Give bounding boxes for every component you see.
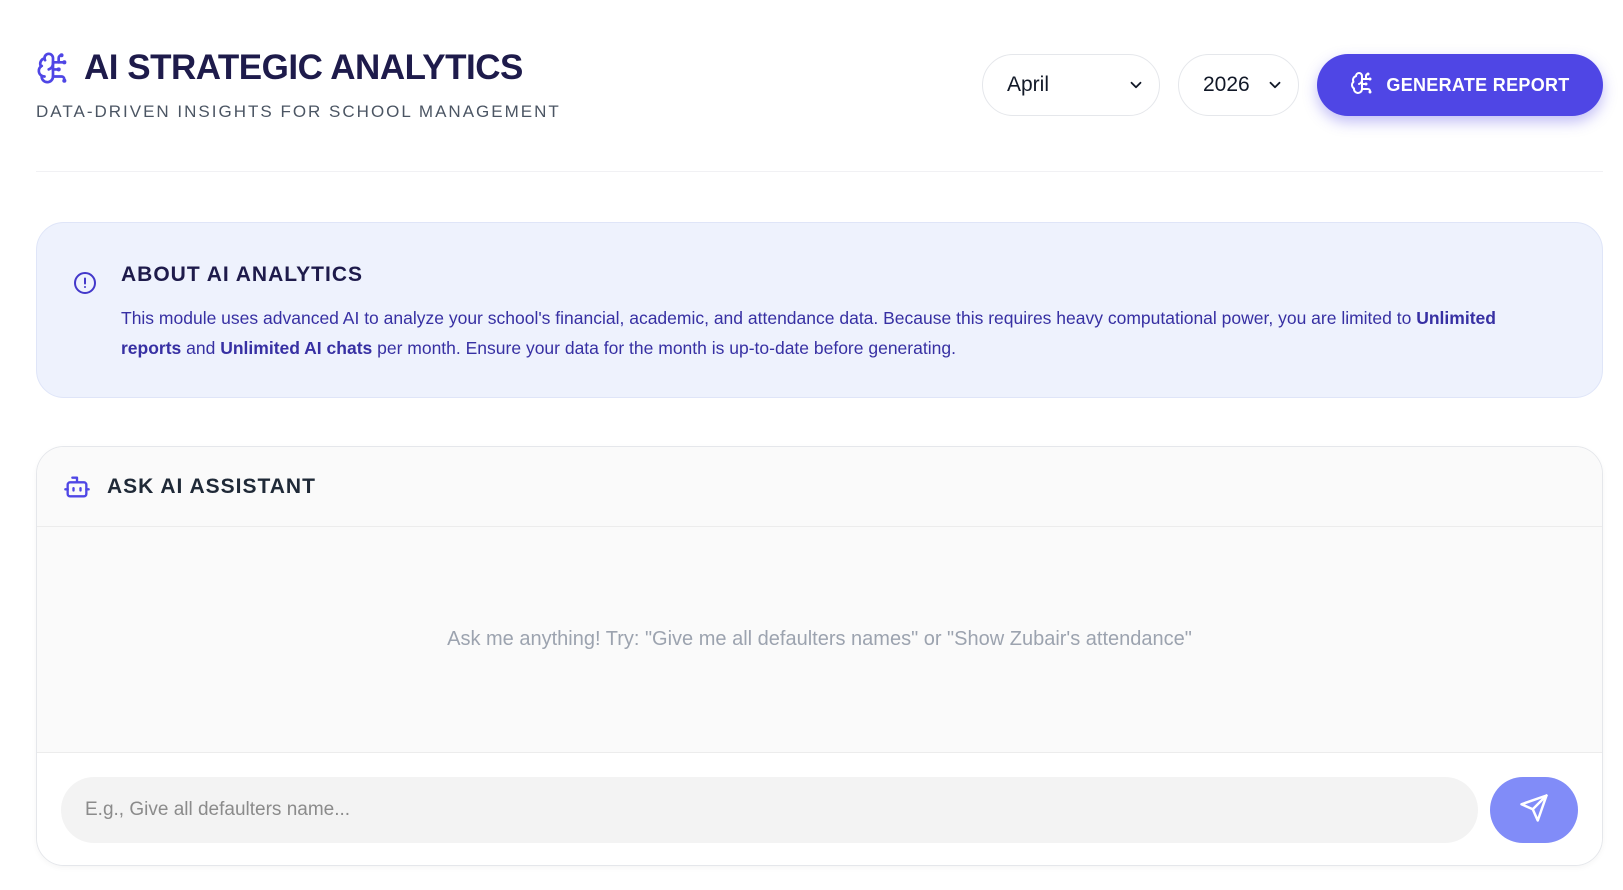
generate-report-label: GENERATE REPORT (1386, 74, 1570, 95)
ai-assistant-panel: ASK AI ASSISTANT Ask me anything! Try: "… (36, 446, 1603, 866)
about-ai-analytics-card: ABOUT AI ANALYTICS This module uses adva… (36, 222, 1603, 398)
chevron-down-icon (1266, 76, 1284, 94)
chat-empty-hint: Ask me anything! Try: "Give me all defau… (447, 628, 1192, 650)
month-select[interactable]: April (982, 54, 1160, 116)
chats-limit: Unlimited AI chats (220, 338, 373, 358)
page-title: AI STRATEGIC ANALYTICS (84, 48, 523, 87)
bot-icon (63, 473, 91, 501)
year-select-value: 2026 (1203, 73, 1250, 96)
send-icon (1519, 793, 1549, 828)
info-circle-icon (73, 271, 97, 295)
chat-input-row (37, 753, 1602, 865)
page: AI STRATEGIC ANALYTICS DATA-DRIVEN INSIG… (0, 0, 1623, 890)
assistant-title: ASK AI ASSISTANT (107, 474, 316, 498)
chat-messages-area: Ask me anything! Try: "Give me all defau… (37, 527, 1602, 753)
chevron-down-icon (1127, 76, 1145, 94)
about-text-part: per month. Ensure your data for the mont… (372, 338, 956, 358)
chat-input[interactable] (61, 777, 1478, 843)
about-text-part: and (181, 338, 221, 358)
about-text-part: This module uses advanced AI to analyze … (121, 308, 1417, 328)
about-title: ABOUT AI ANALYTICS (121, 263, 364, 286)
report-controls: April 2026 GENERATE REPORT (982, 54, 1603, 116)
about-description: This module uses advanced AI to analyze … (121, 303, 1542, 363)
assistant-header: ASK AI ASSISTANT (37, 447, 1602, 527)
brain-circuit-icon (1350, 71, 1374, 100)
header-divider (36, 171, 1603, 172)
send-button[interactable] (1490, 777, 1578, 843)
month-select-value: April (1007, 73, 1050, 96)
page-header: AI STRATEGIC ANALYTICS DATA-DRIVEN INSIG… (36, 48, 1603, 128)
brain-circuit-icon (36, 51, 70, 85)
generate-report-button[interactable]: GENERATE REPORT (1317, 54, 1603, 116)
year-select[interactable]: 2026 (1178, 54, 1299, 116)
